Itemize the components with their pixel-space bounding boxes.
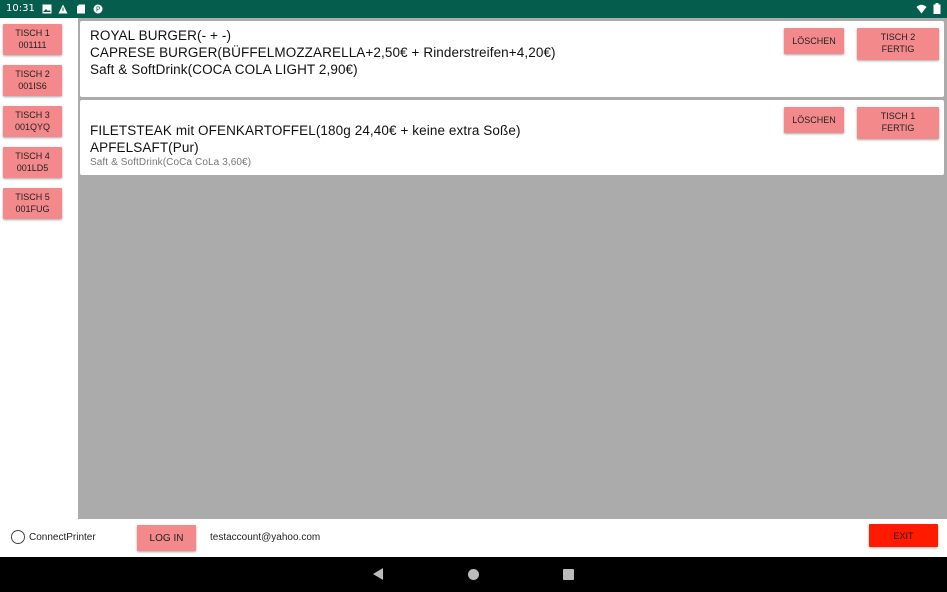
table-name: TISCH 3 [15,110,50,120]
table-name: TISCH 2 [15,69,50,79]
table-button-2[interactable]: TISCH 2 001IS6 [3,65,62,96]
sd-card-icon [77,4,85,14]
svg-text:P: P [96,6,100,14]
account-email: testaccount@yahoo.com [210,532,321,543]
delete-order-button[interactable]: LÖSCHEN [784,107,844,133]
wifi-icon [916,4,927,13]
image-icon [42,4,52,14]
back-icon[interactable] [373,568,383,580]
home-icon[interactable] [468,569,479,580]
order-line: Saft & SoftDrink(COCA COLA LIGHT 2,90€) [90,62,358,77]
status-bar: 10:31 P [0,0,947,18]
table-code: 001IS6 [18,81,47,91]
done-table-label: TISCH 2 [880,32,916,42]
order-line: CAPRESE BURGER(BÜFFELMOZZARELLA+2,50€ + … [90,45,556,60]
order-card-2: FILETSTEAK mit OFENKARTOFFEL(180g 24,40€… [80,100,944,175]
recents-icon[interactable] [563,569,574,580]
table-name: TISCH 5 [15,192,50,202]
table-list: TISCH 1 001111 TISCH 2 001IS6 TISCH 3 00… [0,18,78,519]
done-table-label: TISCH 1 [880,111,916,121]
connect-printer-label: ConnectPrinter [29,532,96,543]
exit-button[interactable]: EXIT [869,524,938,547]
table-code: 001111 [18,40,47,50]
table-code: 001LD5 [16,163,49,173]
table-button-3[interactable]: TISCH 3 001QYQ [3,106,62,137]
warning-icon [58,4,68,14]
delete-order-button[interactable]: LÖSCHEN [784,28,844,54]
navigation-bar [0,557,947,592]
login-button[interactable]: LOG IN [137,525,196,551]
table-button-5[interactable]: TISCH 5 001FUG [3,188,62,219]
order-line: ROYAL BURGER(- + -) [90,28,232,43]
connect-printer-radio[interactable] [11,530,25,544]
table-done-button[interactable]: TISCH 2 FERTIG [857,28,939,60]
done-status-label: FERTIG [881,123,915,133]
order-line-note: Saft & SoftDrink(CoCa CoLa 3,60€) [90,157,252,168]
orders-panel: ROYAL BURGER(- + -) CAPRESE BURGER(BÜFFE… [78,18,947,519]
table-button-4[interactable]: TISCH 4 001LD5 [3,147,62,178]
table-done-button[interactable]: TISCH 1 FERTIG [857,107,939,139]
table-button-1[interactable]: TISCH 1 001111 [3,24,62,55]
order-lines: FILETSTEAK mit OFENKARTOFFEL(180g 24,40€… [90,122,521,169]
order-line: APFELSAFT(Pur) [90,140,199,155]
table-name: TISCH 1 [15,28,50,38]
app-notification-icon: P [93,4,103,14]
status-time: 10:31 [6,3,35,14]
order-line: FILETSTEAK mit OFENKARTOFFEL(180g 24,40€… [90,123,521,138]
table-name: TISCH 4 [15,151,50,161]
table-code: 001FUG [15,204,50,214]
done-status-label: FERTIG [881,44,915,54]
order-card-1: ROYAL BURGER(- + -) CAPRESE BURGER(BÜFFE… [80,21,944,97]
bottom-bar: ConnectPrinter LOG IN testaccount@yahoo.… [0,519,947,557]
status-right-icons [916,3,941,14]
table-code: 001QYQ [14,122,51,132]
order-lines: ROYAL BURGER(- + -) CAPRESE BURGER(BÜFFE… [90,27,556,78]
battery-icon [933,3,941,14]
